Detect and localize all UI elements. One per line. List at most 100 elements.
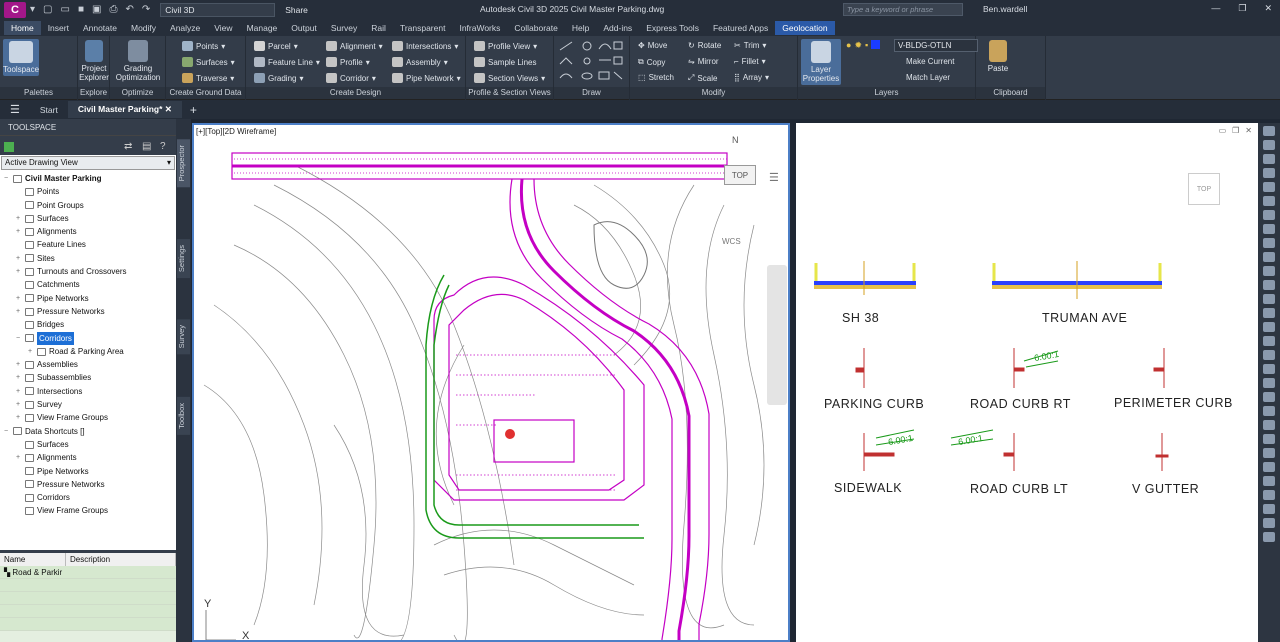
tree-item[interactable]: + Survey [4, 398, 176, 411]
expand-icon[interactable]: + [16, 358, 25, 371]
tree-item[interactable]: Corridors [4, 491, 176, 504]
tree-item[interactable]: + Intersections [4, 385, 176, 398]
user-account[interactable]: Ben.wardell [983, 4, 1027, 14]
tree-item[interactable]: − Data Shortcuts [] [4, 425, 176, 438]
expand-icon[interactable]: + [16, 451, 25, 464]
dropdown-arrow-icon[interactable]: ▾ [30, 4, 35, 15]
rotate-button[interactable]: ↻ Rotate [688, 41, 721, 50]
close-tab-icon[interactable]: ✕ [165, 104, 172, 114]
save-as-icon[interactable]: ▣ [92, 4, 101, 15]
points-button[interactable]: Points ▾ [182, 41, 225, 51]
tree-item[interactable]: + Pipe Networks [4, 292, 176, 305]
pipe-network-button[interactable]: Pipe Network ▾ [392, 73, 461, 83]
section-views-button[interactable]: Section Views ▾ [474, 73, 545, 83]
tab-settings[interactable]: Settings [177, 239, 190, 279]
tool-palette-icon[interactable] [1263, 280, 1275, 290]
paste-button[interactable]: Paste [984, 40, 1012, 73]
tool-palette-icon[interactable] [1263, 196, 1275, 206]
tool-palette-icon[interactable] [1263, 182, 1275, 192]
tool-palette-icon[interactable] [1263, 238, 1275, 248]
mirror-button[interactable]: ⇋ Mirror [688, 57, 719, 66]
profile-view-button[interactable]: Profile View ▾ [474, 41, 537, 51]
tree-item[interactable]: Pipe Networks [4, 465, 176, 478]
tool-palette-icon[interactable] [1263, 490, 1275, 500]
new-tab-icon[interactable]: + [182, 103, 205, 117]
menu-icon[interactable]: ☰ [0, 103, 30, 116]
close-icon[interactable]: ✕ [1264, 3, 1272, 14]
tree-item[interactable]: + Sites [4, 252, 176, 265]
lock-icon[interactable]: ▪ [865, 40, 868, 51]
tool-palette-icon[interactable] [1263, 420, 1275, 430]
plan-viewport[interactable]: [+][Top][2D Wireframe] Y X TOP N WCS ☰ [192, 123, 790, 642]
alignment-button[interactable]: Alignment ▾ [326, 41, 383, 51]
tab-annotate[interactable]: Annotate [76, 21, 124, 35]
draw-tools-icon[interactable] [554, 38, 630, 88]
expand-icon[interactable]: − [4, 425, 13, 438]
profile-button[interactable]: Profile ▾ [326, 57, 370, 67]
copy-button[interactable]: ⧉ Copy [638, 57, 665, 67]
trim-button[interactable]: ✂ Trim ▾ [734, 41, 766, 50]
search-input[interactable]: Type a keyword or phrase [843, 3, 963, 16]
tree-item[interactable]: Bridges [4, 318, 176, 331]
tool-palette-icon[interactable] [1263, 476, 1275, 486]
tool-palette-icon[interactable] [1263, 308, 1275, 318]
tree-item[interactable]: Surfaces [4, 438, 176, 451]
tool-palette-icon[interactable] [1263, 168, 1275, 178]
sample-lines-button[interactable]: Sample Lines [474, 57, 536, 67]
tool-palette-icon[interactable] [1263, 210, 1275, 220]
expand-icon[interactable]: + [16, 398, 25, 411]
tree-item[interactable]: Point Groups [4, 199, 176, 212]
expand-icon[interactable]: + [16, 292, 25, 305]
expand-icon[interactable]: − [4, 172, 13, 185]
expand-icon[interactable]: + [28, 345, 37, 358]
toolspace-button[interactable]: Toolspace [3, 39, 39, 76]
tab-home[interactable]: Home [4, 20, 41, 35]
prospector-icon[interactable] [4, 142, 14, 152]
tool-palette-icon[interactable] [1263, 126, 1275, 136]
navigation-bar[interactable] [767, 265, 787, 405]
restore-icon[interactable]: ❐ [1238, 3, 1246, 14]
toggle-icon[interactable]: ⇄ [124, 141, 132, 152]
tool-palette-icon[interactable] [1263, 392, 1275, 402]
tool-palette-icon[interactable] [1263, 252, 1275, 262]
surfaces-button[interactable]: Surfaces ▾ [182, 57, 235, 67]
tool-palette-icon[interactable] [1263, 378, 1275, 388]
tool-palette-icon[interactable] [1263, 462, 1275, 472]
tool-palette-icon[interactable] [1263, 322, 1275, 332]
tab-modify[interactable]: Modify [124, 21, 163, 35]
tab-civil-master-parking[interactable]: Civil Master Parking* ✕ [67, 101, 182, 118]
tree-item[interactable]: + Turnouts and Crossovers [4, 265, 176, 278]
tool-palette-icon[interactable] [1263, 154, 1275, 164]
sun-icon[interactable]: ✹ [854, 40, 862, 51]
active-drawing-view-select[interactable]: Active Drawing View ▾ [1, 156, 175, 170]
help-icon[interactable]: ? [160, 141, 166, 152]
traverse-button[interactable]: Traverse ▾ [182, 73, 234, 83]
tab-view[interactable]: View [207, 21, 239, 35]
new-file-icon[interactable]: ▢ [43, 4, 52, 15]
grading-optimization-button[interactable]: Grading Optimization [112, 40, 164, 82]
section-viewport[interactable]: ▭ ❐ ✕ TOP 6.00:1 6.00:1 6.00:1 SH 38 TRU… [796, 123, 1258, 642]
col-description[interactable]: Description [66, 553, 176, 566]
tab-add-ins[interactable]: Add-ins [596, 21, 639, 35]
bulb-icon[interactable]: ● [846, 40, 851, 51]
tool-palette-icon[interactable] [1263, 518, 1275, 528]
project-explorer-button[interactable]: Project Explorer [78, 40, 110, 82]
corridor-button[interactable]: Corridor ▾ [326, 73, 376, 83]
expand-icon[interactable]: + [16, 385, 25, 398]
tool-palette-icon[interactable] [1263, 406, 1275, 416]
view-cube[interactable]: TOP [724, 165, 756, 185]
tab-start[interactable]: Start [30, 102, 68, 118]
tool-palette-icon[interactable] [1263, 434, 1275, 444]
tab-output[interactable]: Output [284, 21, 324, 35]
expand-icon[interactable]: + [16, 265, 25, 278]
tab-infraworks[interactable]: InfraWorks [452, 21, 507, 35]
tab-survey[interactable]: Survey [177, 319, 190, 355]
intersections-button[interactable]: Intersections ▾ [392, 41, 458, 51]
expand-icon[interactable]: + [16, 371, 25, 384]
col-name[interactable]: Name [0, 553, 66, 566]
layer-color-swatch[interactable] [871, 40, 881, 49]
tree-item[interactable]: + Pressure Networks [4, 305, 176, 318]
tab-manage[interactable]: Manage [240, 21, 285, 35]
expand-icon[interactable]: + [16, 252, 25, 265]
tree-item[interactable]: View Frame Groups [4, 504, 176, 517]
